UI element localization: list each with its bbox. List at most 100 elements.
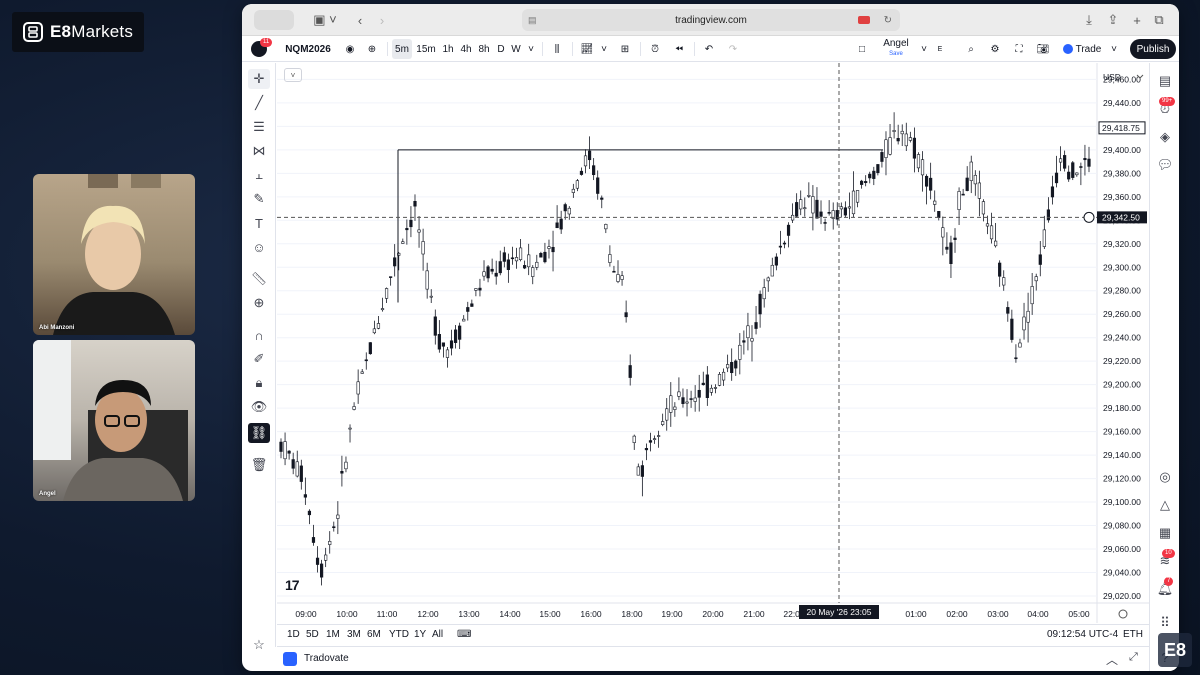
quick-search-icon[interactable]: ⌕ — [962, 39, 980, 59]
back-icon[interactable]: ‹ — [350, 10, 370, 30]
candle-body — [977, 182, 981, 199]
candle-body — [490, 268, 494, 272]
legend-collapse-icon[interactable]: ˅ — [284, 68, 302, 82]
session-type[interactable]: ETH — [1123, 629, 1143, 640]
settings-icon[interactable]: ⚙ — [986, 39, 1004, 59]
publish-button[interactable]: Publish — [1130, 39, 1176, 59]
candle-body — [535, 261, 539, 268]
interval-8h[interactable]: 8h — [476, 39, 492, 59]
undo-icon[interactable]: ↶ — [700, 39, 718, 59]
replay-icon[interactable]: ⏪︎ — [670, 39, 688, 59]
panel-collapse-icon[interactable]: ︿ — [1106, 651, 1118, 668]
price-chart[interactable]: 29,460.0029,440.0029,420.0029,400.0029,3… — [277, 63, 1149, 623]
candles-icon[interactable]: ⫼ — [548, 39, 566, 59]
interval-d[interactable]: D — [494, 39, 508, 59]
participant-video-frame — [53, 174, 175, 335]
layout-name[interactable]: Angel Save — [878, 39, 914, 59]
compare-add-icon[interactable]: ⊕ — [364, 39, 380, 59]
watchlist-icon[interactable]: ▤ — [1155, 71, 1175, 91]
candle-body — [636, 466, 640, 476]
magnet-icon[interactable]: ∩ — [248, 325, 270, 345]
apps-icon[interactable]: ⠿ — [1155, 613, 1175, 633]
sidebar-toggle-icon[interactable]: ▣ ˅ — [306, 10, 344, 30]
range-1d[interactable]: 1D — [287, 629, 300, 640]
link-icon[interactable]: ⛓ — [248, 423, 270, 443]
candle-body — [697, 389, 701, 398]
candle-body — [916, 154, 921, 169]
interval-1h[interactable]: 1h — [440, 39, 456, 59]
trash-icon[interactable]: 🗑︎ — [248, 455, 270, 475]
download-icon[interactable]: ⤓ — [1080, 10, 1098, 30]
candle-body — [815, 199, 819, 219]
lock-pencil-icon[interactable]: ✐ — [248, 349, 270, 369]
fullscreen-icon[interactable]: ⛶ — [1010, 39, 1028, 59]
brush-icon[interactable]: ✎ — [248, 189, 270, 209]
calendar-icon[interactable]: ▦ — [1155, 523, 1175, 543]
candle-body — [855, 190, 860, 203]
time-tick-label: 19:00 — [661, 609, 683, 619]
range-3m[interactable]: 3M — [347, 629, 361, 640]
forecast-icon[interactable]: ⫠ — [248, 165, 270, 185]
participant-video: Abi Manzoni — [33, 174, 195, 335]
layout-dropdown-icon[interactable]: ˅ — [918, 39, 930, 59]
candle-body — [1042, 229, 1046, 247]
address-bar[interactable]: ▤ tradingview.com ↻ — [522, 9, 900, 31]
goto-date-icon[interactable]: ⌨︎ — [457, 629, 471, 640]
broker-name[interactable]: Tradovate — [304, 653, 349, 664]
trend-line-icon[interactable]: ╱ — [248, 93, 270, 113]
eye-icon[interactable]: ◉ — [342, 39, 358, 59]
redo-icon[interactable]: ↷ — [724, 39, 742, 59]
range-1y[interactable]: 1Y — [414, 629, 426, 640]
layout-save-status: Save — [889, 51, 903, 57]
snapshot-icon[interactable]: 📷︎ — [1034, 39, 1052, 59]
clock[interactable]: 09:12:54 UTC-4 — [1047, 629, 1118, 640]
alert-icon[interactable]: ⏰︎ — [646, 39, 664, 59]
fib-retracement-icon[interactable]: ☰ — [248, 117, 270, 137]
ruler-icon[interactable]: 📏︎ — [248, 269, 270, 289]
interval-5m[interactable]: 5m — [392, 39, 412, 59]
window-controls[interactable] — [254, 10, 294, 30]
target-icon[interactable]: ◎ — [1155, 467, 1175, 487]
visibility-icon[interactable]: 👁︎ — [248, 397, 270, 417]
trade-dropdown-icon[interactable]: ˅ — [1108, 39, 1120, 59]
indicators-icon[interactable]: 📈︎ — [578, 39, 596, 59]
share-icon[interactable]: ⇪ — [1104, 10, 1122, 30]
forward-icon[interactable]: › — [372, 10, 392, 30]
text-icon[interactable]: T — [248, 213, 270, 233]
layers-icon[interactable]: ◈ — [1155, 127, 1175, 147]
templates-icon[interactable]: ⊞ — [616, 39, 634, 59]
candle-body — [1010, 318, 1014, 340]
chat-icon[interactable]: 💬︎ — [1155, 155, 1175, 175]
zoom-in-icon[interactable]: ⊕ — [248, 293, 270, 313]
range-ytd[interactable]: YTD — [389, 629, 409, 640]
panel-maximize-icon[interactable]: ⤢ — [1129, 651, 1138, 664]
watchlist-star-icon[interactable]: ☆ — [248, 635, 270, 655]
ideas-icon[interactable]: △ — [1155, 495, 1175, 515]
range-1m[interactable]: 1M — [326, 629, 340, 640]
candle-body — [1063, 155, 1067, 169]
range-all[interactable]: All — [432, 629, 443, 640]
interval-w[interactable]: W — [509, 39, 523, 59]
lock-icon[interactable]: 🔒︎ — [248, 373, 270, 393]
chart-pane[interactable]: 29,460.0029,440.0029,420.0029,400.0029,3… — [277, 63, 1149, 623]
layout-key[interactable]: E — [934, 39, 946, 59]
range-5d[interactable]: 5D — [306, 629, 319, 640]
symbol-search[interactable]: NQM2026 — [282, 39, 334, 59]
layout-select-icon[interactable]: □ — [854, 39, 870, 59]
candle-body — [287, 450, 291, 454]
emoji-icon[interactable]: ☺ — [248, 237, 270, 257]
interval-4h[interactable]: 4h — [458, 39, 474, 59]
candle-body — [478, 287, 482, 291]
interval-dropdown-icon[interactable]: ˅ — [525, 39, 537, 59]
new-tab-icon[interactable]: + — [1128, 10, 1146, 30]
price-tick-label: 29,040.00 — [1103, 567, 1141, 577]
range-6m[interactable]: 6M — [367, 629, 381, 640]
pattern-icon[interactable]: ⋈ — [248, 141, 270, 161]
candle-body — [819, 211, 823, 217]
interval-15m[interactable]: 15m — [415, 39, 437, 59]
tab-overview-icon[interactable]: ⧉ — [1150, 10, 1168, 30]
indicators-dropdown-icon[interactable]: ˅ — [598, 39, 610, 59]
reload-icon[interactable]: ↻ — [884, 15, 892, 26]
trade-button[interactable]: Trade — [1058, 39, 1106, 59]
crosshair-icon[interactable]: ✛ — [248, 69, 270, 89]
